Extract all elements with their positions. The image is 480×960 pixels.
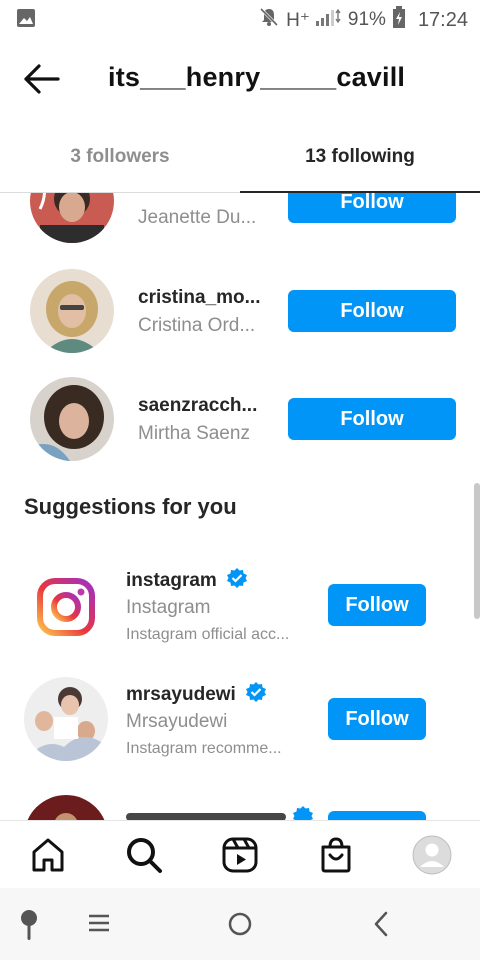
username-text: mrsayudewi [126, 684, 236, 706]
battery-icon [392, 6, 406, 34]
signal-icon [315, 8, 342, 32]
app-header: its___henry_____cavill [0, 36, 480, 122]
suggestion-reason: Instagram recomme... [126, 740, 282, 757]
avatar[interactable] [30, 377, 114, 461]
back-button[interactable] [22, 62, 62, 96]
suggestion-item[interactable]: mrsayudewi Mrsayudewi Instagram recomme.… [0, 667, 480, 777]
shop-icon[interactable] [316, 835, 356, 875]
verified-badge-icon [226, 567, 248, 595]
arrow-left-icon [24, 64, 60, 94]
username[interactable]: cristina_mo... [138, 287, 261, 309]
suggestion-item[interactable] [0, 783, 480, 820]
avatar[interactable] [30, 269, 114, 353]
username[interactable]: mrsayudewi [126, 681, 267, 709]
suggestion-reason: Instagram official acc... [126, 626, 290, 643]
follow-button[interactable]: Follow [328, 584, 426, 626]
home-circle-icon[interactable] [227, 911, 253, 942]
list-item[interactable]: saenzracch... Mirtha Saenz Follow [0, 371, 480, 471]
instagram-logo-icon [37, 578, 95, 636]
follow-tabs: 3 followers 13 following [0, 122, 480, 193]
list-item[interactable]: cristina_mo... Cristina Ord... Follow [0, 263, 480, 363]
username[interactable]: saenzracch... [138, 395, 257, 417]
avatar[interactable] [24, 677, 108, 761]
profile-avatar[interactable] [412, 835, 452, 875]
clock: 17:24 [417, 8, 468, 31]
network-type: H⁺ [286, 9, 310, 31]
verified-badge-icon [245, 681, 267, 709]
reels-icon[interactable] [220, 835, 260, 875]
list-item[interactable]: Jeanette Du... Follow [0, 193, 480, 251]
follow-button[interactable]: Follow [288, 290, 456, 332]
assistant-icon[interactable] [18, 908, 40, 947]
suggestion-item[interactable]: instagram Instagram Instagram official a… [0, 553, 480, 663]
verified-badge-icon [292, 805, 314, 820]
full-name: Mirtha Saenz [138, 423, 250, 444]
avatar[interactable] [24, 795, 108, 820]
full-name: Jeanette Du... [138, 207, 257, 228]
back-chevron-icon[interactable] [370, 910, 392, 943]
follow-button[interactable] [328, 811, 426, 820]
system-nav [0, 888, 480, 960]
avatar[interactable] [24, 565, 108, 649]
mute-icon [258, 6, 280, 34]
username[interactable]: instagram [126, 567, 248, 595]
following-list[interactable]: Jeanette Du... Follow cristina_mo... Cri… [0, 193, 480, 820]
image-icon [16, 8, 36, 33]
username-text: instagram [126, 570, 217, 592]
battery-level: 91% [347, 9, 386, 30]
follow-button[interactable]: Follow [328, 698, 426, 740]
follow-button[interactable]: Follow [288, 193, 456, 223]
full-name: Mrsayudewi [126, 711, 228, 732]
home-icon[interactable] [28, 835, 68, 875]
full-name: Cristina Ord... [138, 315, 256, 336]
status-bar: H⁺ 91% 17:24 [0, 0, 480, 36]
follow-button[interactable]: Follow [288, 398, 456, 440]
tab-followers[interactable]: 3 followers [0, 122, 240, 192]
username-placeholder [126, 813, 286, 820]
suggestions-heading: Suggestions for you [24, 494, 237, 519]
bottom-nav [0, 820, 480, 889]
scrollbar[interactable] [474, 483, 480, 619]
tab-following[interactable]: 13 following [240, 122, 480, 193]
full-name: Instagram [126, 597, 211, 618]
search-icon[interactable] [124, 835, 164, 875]
page-title: its___henry_____cavill [108, 62, 406, 92]
recents-icon[interactable] [86, 912, 112, 939]
avatar[interactable] [30, 193, 114, 243]
